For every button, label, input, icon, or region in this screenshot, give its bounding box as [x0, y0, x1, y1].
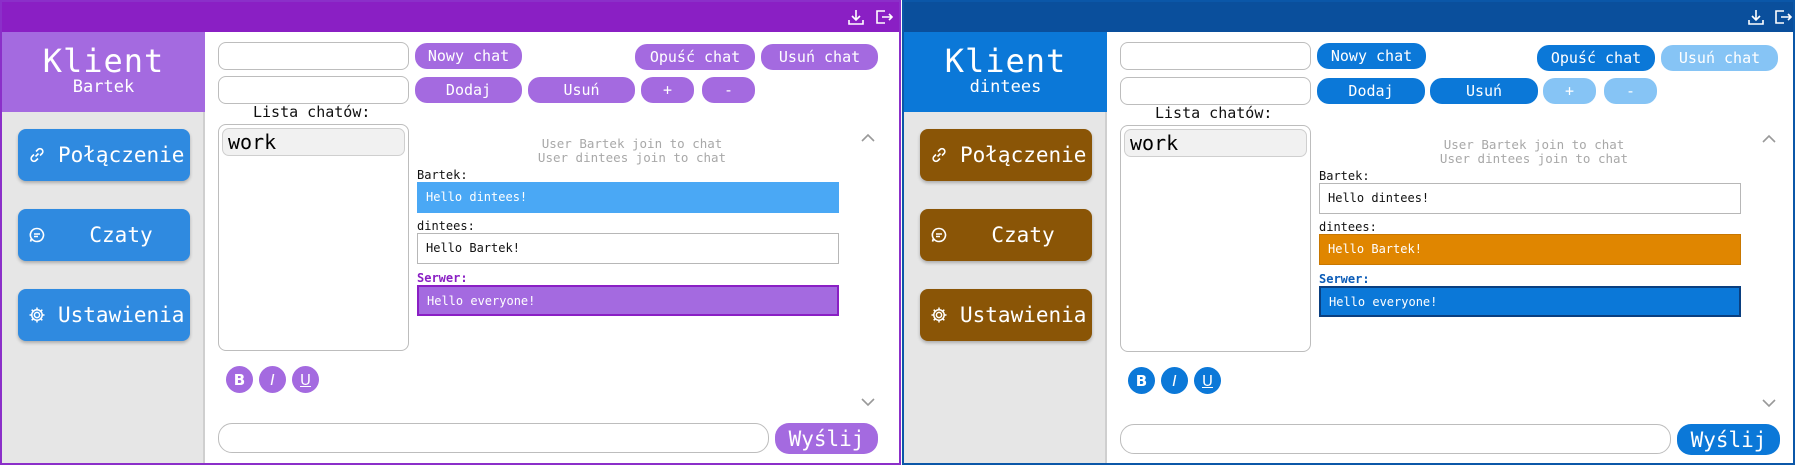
- send-button[interactable]: Wyślij: [775, 423, 878, 454]
- scroll-down-icon: [861, 398, 875, 407]
- title-bar: [2, 2, 899, 32]
- italic-button[interactable]: I: [259, 366, 286, 393]
- system-message: User dintees join to chat: [537, 150, 727, 165]
- main-panel: Nowy chat Opuść chat Usuń chat Dodaj Usu…: [207, 32, 899, 463]
- title-bar: [904, 2, 1793, 32]
- nav-button-connection[interactable]: Połączenie: [18, 129, 190, 181]
- username: dintees: [969, 77, 1042, 97]
- chat-list: work: [1120, 125, 1311, 352]
- chat-list-item[interactable]: work: [222, 128, 405, 156]
- new-chat-button[interactable]: Nowy chat: [1317, 43, 1426, 69]
- brand-panel: Klient dintees: [904, 32, 1107, 112]
- chat-name-input[interactable]: [218, 42, 409, 70]
- app-title: Klient: [42, 42, 165, 80]
- zoom-in-button[interactable]: +: [641, 77, 694, 103]
- chat-list-label: Lista chatów:: [253, 103, 371, 121]
- nav-button-settings[interactable]: Ustawienia: [920, 289, 1092, 341]
- chat-list: work: [218, 124, 409, 351]
- bold-button[interactable]: B: [226, 366, 253, 393]
- nav-button-settings[interactable]: Ustawienia: [18, 289, 190, 341]
- zoom-in-button[interactable]: +: [1543, 78, 1596, 104]
- nav-label: Połączenie: [960, 143, 1087, 167]
- message-sender: Bartek:: [1319, 169, 1370, 183]
- sidebar: Klient dintees Połączenie Czaty Ustawien…: [904, 32, 1107, 463]
- underline-button[interactable]: U: [1194, 367, 1221, 394]
- scroll-up-icon: [1762, 134, 1776, 143]
- user-input[interactable]: [218, 76, 409, 104]
- message-sender: Bartek:: [417, 168, 468, 182]
- link-icon: [28, 146, 46, 164]
- system-message: User dintees join to chat: [1439, 151, 1629, 166]
- chat-list-item[interactable]: work: [1124, 129, 1307, 157]
- nav-button-chats[interactable]: Czaty: [920, 209, 1092, 261]
- leave-chat-button[interactable]: Opuść chat: [1537, 45, 1655, 71]
- nav-label: Połączenie: [58, 143, 185, 167]
- message-bubble: Hello Bartek!: [417, 233, 839, 264]
- delete-chat-button[interactable]: Usuń chat: [1661, 45, 1778, 71]
- client-window-dintees: Klient dintees Połączenie Czaty Ustawien…: [902, 0, 1795, 465]
- message-sender: Serwer:: [417, 271, 468, 285]
- message-input[interactable]: [218, 423, 769, 453]
- nav-label: Ustawienia: [58, 303, 185, 327]
- brand-panel: Klient Bartek: [2, 32, 205, 112]
- logout-icon[interactable]: [1773, 8, 1793, 26]
- nav-label: Czaty: [89, 223, 153, 247]
- chat-list-label: Lista chatów:: [1155, 104, 1273, 122]
- zoom-out-button[interactable]: -: [1604, 78, 1657, 104]
- sidebar: Klient Bartek Połączenie Czaty Ustawieni…: [2, 32, 205, 463]
- scroll-down-icon: [1762, 399, 1776, 408]
- nav-button-connection[interactable]: Połączenie: [920, 129, 1092, 181]
- download-icon[interactable]: [846, 8, 866, 26]
- user-input[interactable]: [1120, 77, 1311, 105]
- message-sender: dintees:: [417, 219, 475, 233]
- chat-icon: [28, 226, 46, 244]
- username: Bartek: [72, 77, 135, 97]
- nav-label: Czaty: [991, 223, 1055, 247]
- zoom-out-button[interactable]: -: [702, 77, 755, 103]
- send-button[interactable]: Wyślij: [1677, 424, 1780, 455]
- add-user-button[interactable]: Dodaj: [1317, 78, 1425, 104]
- client-window-bartek: Klient Bartek Połączenie Czaty Ustawieni…: [0, 0, 901, 465]
- delete-chat-button[interactable]: Usuń chat: [761, 44, 878, 70]
- system-message: User Bartek join to chat: [541, 136, 723, 151]
- chat-icon: [930, 226, 948, 244]
- nav-label: Ustawienia: [960, 303, 1087, 327]
- message-scrollbar[interactable]: [1761, 133, 1777, 408]
- logout-icon[interactable]: [874, 8, 894, 26]
- app-title: Klient: [944, 42, 1067, 80]
- message-bubble: Hello everyone!: [1319, 286, 1741, 317]
- new-chat-button[interactable]: Nowy chat: [415, 43, 522, 69]
- main-panel: Nowy chat Opuść chat Usuń chat Dodaj Usu…: [1109, 32, 1793, 463]
- message-scrollbar[interactable]: [860, 132, 876, 407]
- message-bubble: Hello dintees!: [417, 182, 839, 213]
- chat-name-input[interactable]: [1120, 42, 1311, 70]
- message-area: User Bartek join to chat User dintees jo…: [1319, 133, 1749, 363]
- remove-user-button[interactable]: Usuń: [528, 77, 635, 103]
- message-input[interactable]: [1120, 424, 1671, 454]
- remove-user-button[interactable]: Usuń: [1430, 78, 1538, 104]
- scroll-up-icon: [861, 133, 875, 142]
- italic-button[interactable]: I: [1161, 367, 1188, 394]
- underline-button[interactable]: U: [292, 366, 319, 393]
- message-sender: Serwer:: [1319, 272, 1370, 286]
- message-area: User Bartek join to chat User dintees jo…: [417, 132, 847, 362]
- message-sender: dintees:: [1319, 220, 1377, 234]
- bold-button[interactable]: B: [1128, 367, 1155, 394]
- gear-icon: [28, 306, 46, 324]
- message-bubble: Hello Bartek!: [1319, 234, 1741, 265]
- link-icon: [930, 146, 948, 164]
- gear-icon: [930, 306, 948, 324]
- message-bubble: Hello everyone!: [417, 285, 839, 316]
- leave-chat-button[interactable]: Opuść chat: [635, 44, 755, 70]
- nav-button-chats[interactable]: Czaty: [18, 209, 190, 261]
- download-icon[interactable]: [1746, 8, 1766, 26]
- message-bubble: Hello dintees!: [1319, 183, 1741, 214]
- add-user-button[interactable]: Dodaj: [415, 77, 522, 103]
- system-message: User Bartek join to chat: [1443, 137, 1625, 152]
